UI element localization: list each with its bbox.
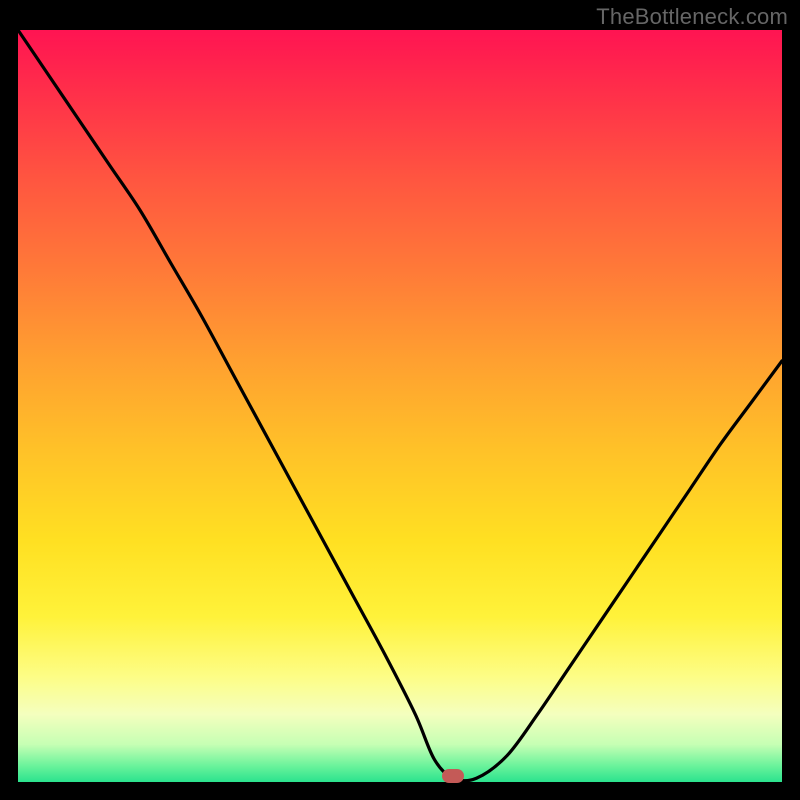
bottleneck-curve (18, 30, 782, 782)
optimal-point-marker (442, 769, 464, 783)
chart-frame: TheBottleneck.com (0, 0, 800, 800)
curve-path (18, 30, 782, 781)
watermark-text: TheBottleneck.com (596, 4, 788, 30)
